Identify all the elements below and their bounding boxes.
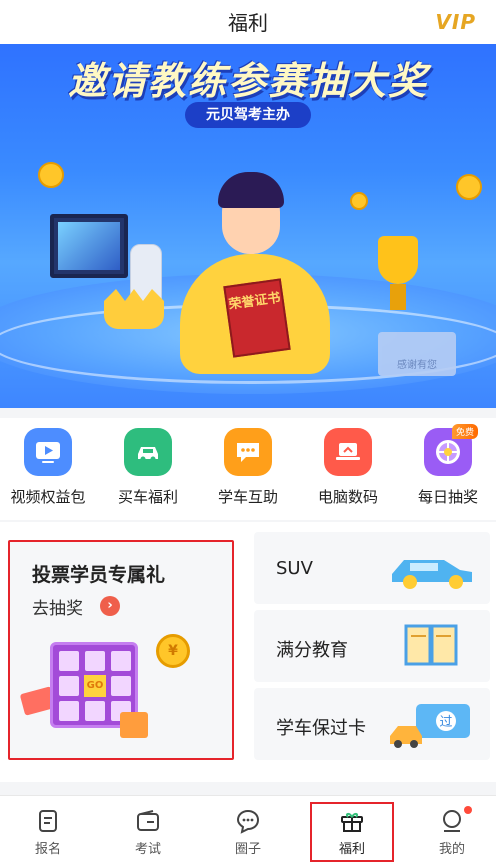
nav-label: 福利 [338,842,365,857]
category-label: 学车互助 [217,488,278,506]
education-card[interactable]: 满分教育 [254,610,490,682]
wallet-icon [137,810,159,831]
crown-icon [104,289,164,329]
nav-label: 圈子 [234,842,261,857]
honor-certificate-icon: 荣誉证书 [223,278,291,358]
category-digital[interactable]: 电脑数码 [300,428,396,507]
bottom-nav: 报名 考试 圈子 福利 我的 [0,795,496,863]
coin-icon [350,192,368,210]
thanks-card: 感谢有您 [378,332,456,376]
vip-icon[interactable]: VIP [435,10,476,34]
voter-gift-card[interactable]: 投票学员专属礼 去抽奖 › GO ¥ [8,540,234,760]
card-label: 学车保过卡 [276,718,366,739]
laptop-icon [324,428,372,476]
coin-icon [456,174,482,200]
banner-subtitle: 元贝驾考主办 [185,102,311,128]
nav-item-profile[interactable]: 我的 [404,796,496,863]
category-label: 买车福利 [117,488,178,506]
category-car[interactable]: 买车福利 [100,428,196,507]
category-video[interactable]: 视频权益包 [0,428,96,507]
chat-bubble-icon [224,428,272,476]
lottery-link[interactable]: 去抽奖 [32,594,83,619]
svg-text:过: 过 [439,715,452,730]
arrow-right-icon[interactable]: › [100,596,120,616]
card-label: 满分教育 [276,640,348,661]
coin-icon [38,162,64,188]
person-hair [218,172,284,208]
nav-label: 报名 [34,842,61,857]
chat-icon [236,809,260,834]
gift-box-icon [120,712,148,738]
trophy-icon [378,236,418,284]
category-label: 每日抽奖 [417,488,478,506]
nav-label: 我的 [438,842,465,857]
document-icon [39,810,57,832]
nav-item-exam[interactable]: 考试 [100,796,196,863]
nav-item-welfare[interactable]: 福利 [310,802,394,862]
coin-icon: ¥ [156,634,190,668]
card-label: SUV [276,558,313,579]
profile-icon [443,810,461,832]
promo-title: 投票学员专属礼 [32,564,166,586]
promo-banner[interactable]: 邀请教练参赛抽大奖 元贝驾考主办 荣誉证书 感谢有您 [0,44,496,408]
banner-title: 邀请教练参赛抽大奖 [67,59,428,103]
suv-car-icon [392,560,472,589]
welfare-cards: 投票学员专属礼 去抽奖 › GO ¥ SUV 满分教育 学车保过卡 过 [0,522,496,782]
gift-icon [341,813,363,832]
free-badge: 免费 [452,424,479,439]
top-header: 福利 VIP [0,0,496,44]
page-title: 福利 [228,11,268,35]
car-icon [124,428,172,476]
pass-card[interactable]: 学车保过卡 过 [254,688,490,760]
nav-item-circle[interactable]: 圈子 [200,796,296,863]
open-book-icon [404,624,458,666]
category-daily-lottery[interactable]: 免费 每日抽奖 [400,424,496,507]
category-row: 视频权益包 买车福利 学车互助 电脑数码 免费 每日抽奖 [0,418,496,520]
trophy-base [390,284,406,310]
category-label: 电脑数码 [317,488,378,506]
nav-item-signup[interactable]: 报名 [0,796,96,863]
go-button: GO [84,675,106,697]
suv-card[interactable]: SUV [254,532,490,604]
notification-dot [464,806,472,814]
category-mutual-help[interactable]: 学车互助 [200,428,296,507]
category-label: 视频权益包 [10,488,86,506]
nav-label: 考试 [134,842,161,857]
pass-card-icon: 过 [390,704,470,748]
tv-icon [50,214,128,278]
video-play-icon [24,428,72,476]
